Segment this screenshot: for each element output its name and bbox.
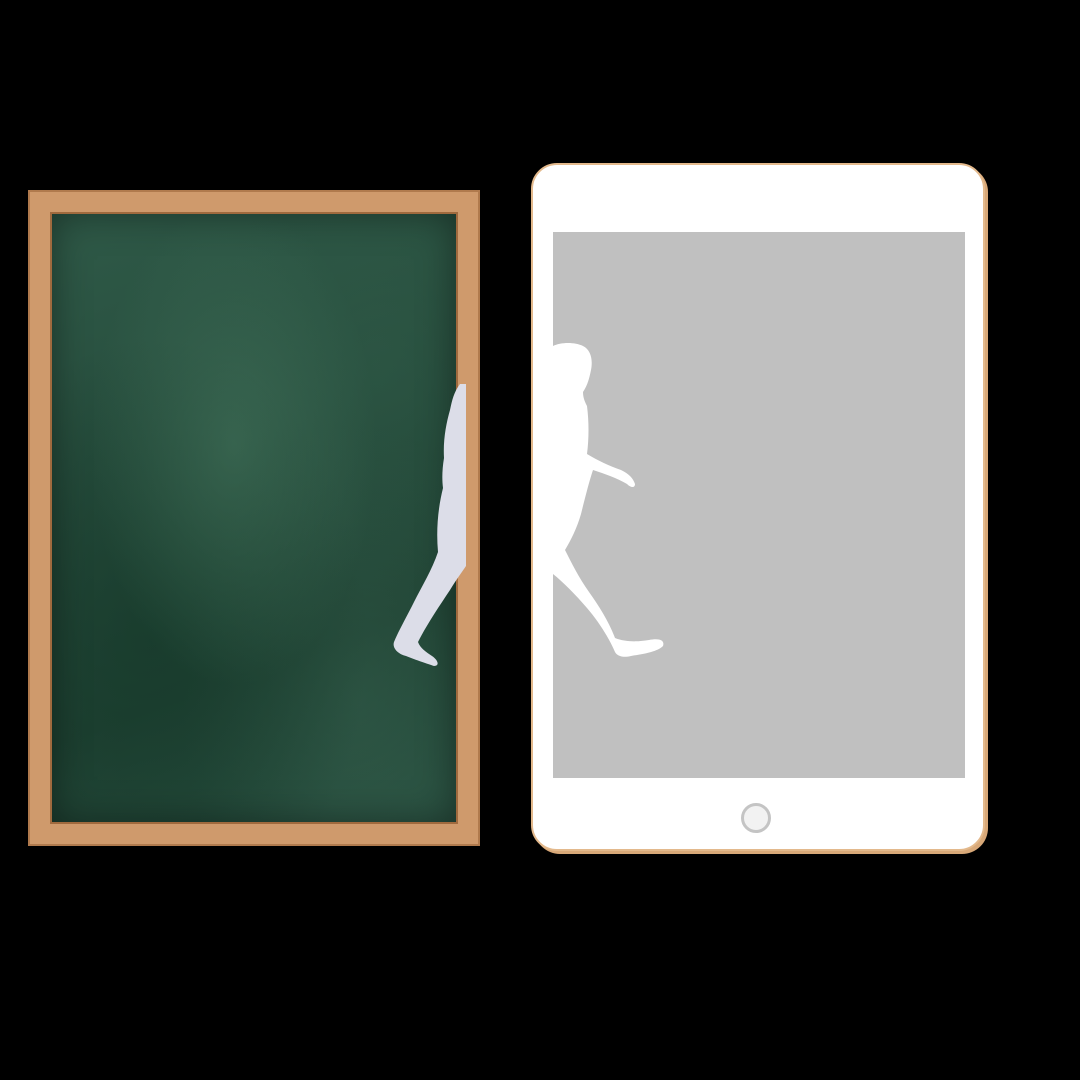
walking-person-silhouette-icon: [553, 343, 664, 657]
home-button[interactable]: [741, 803, 771, 833]
tablet-body: [531, 163, 985, 851]
walking-person-silhouette-icon: [393, 384, 466, 666]
tablet-screen: [553, 232, 965, 778]
scene: [0, 0, 1080, 1080]
